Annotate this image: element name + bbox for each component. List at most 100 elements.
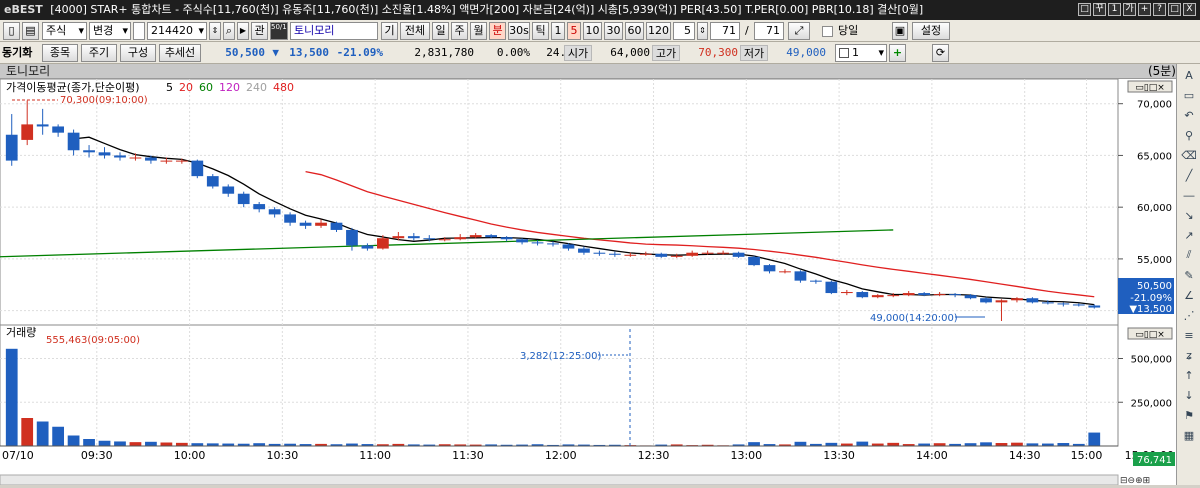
low-price: 49,000 bbox=[786, 46, 826, 59]
stock-name-field[interactable]: 토니모리 bbox=[290, 22, 378, 40]
volume-bar bbox=[794, 441, 807, 446]
trade-volume: 2,831,780 bbox=[414, 46, 474, 59]
interval-btn-10[interactable]: 10 bbox=[583, 22, 602, 40]
add-icon[interactable]: + bbox=[889, 44, 906, 62]
refresh-icon[interactable]: ⟳ bbox=[932, 44, 949, 62]
ray-tool-icon[interactable]: ↘ bbox=[1180, 206, 1198, 224]
grid-icon[interactable]: ▦ bbox=[1180, 426, 1198, 444]
candle-body bbox=[516, 239, 528, 243]
undo-icon[interactable]: ↶ bbox=[1180, 106, 1198, 124]
chart-zoom-icon[interactable]: ⤢ bbox=[788, 22, 810, 40]
ma-legend-item: 20 bbox=[179, 81, 193, 94]
magnet-icon[interactable]: ⚲ bbox=[1180, 126, 1198, 144]
arrow-up-icon[interactable]: ↑ bbox=[1180, 366, 1198, 384]
arrow-down-icon[interactable]: ↓ bbox=[1180, 386, 1198, 404]
period-btn-30s[interactable]: 30s bbox=[508, 22, 530, 40]
total-count-input[interactable]: 71 bbox=[754, 22, 784, 40]
count-input[interactable]: 71 bbox=[710, 22, 740, 40]
text-tool-icon[interactable]: A bbox=[1180, 66, 1198, 84]
period-btn-gi[interactable]: 기 bbox=[381, 22, 398, 40]
window-button-maximize[interactable]: □ bbox=[1168, 3, 1181, 16]
cursor-icon[interactable]: ▭ bbox=[1180, 86, 1198, 104]
candle-body bbox=[887, 295, 900, 297]
chart-area[interactable]: 70,000 65,000 60,000 55,000 500,000 250,000 0… bbox=[0, 78, 1176, 486]
period-btn-tick[interactable]: 틱 bbox=[532, 22, 549, 40]
screen-icon[interactable]: ▤ bbox=[22, 22, 39, 40]
spin-icon[interactable]: ⇕ bbox=[209, 22, 221, 40]
zoom-controls-icon[interactable]: ⊟⊖⊕⊞ bbox=[1120, 476, 1150, 486]
fan-tool-icon[interactable]: ⋰ bbox=[1180, 306, 1198, 324]
period-btn-month[interactable]: 월 bbox=[470, 22, 487, 40]
search-icon[interactable]: ⌕ bbox=[223, 22, 235, 40]
window-button-font[interactable]: 가 bbox=[1123, 3, 1136, 16]
market-select[interactable]: 주식 ▾ bbox=[42, 22, 87, 40]
settings-button[interactable]: 설정 bbox=[912, 22, 950, 40]
fibonacci-icon[interactable]: ≡ bbox=[1180, 326, 1198, 344]
candle-body bbox=[547, 243, 559, 245]
today-checkbox[interactable] bbox=[822, 26, 833, 37]
candle-body bbox=[964, 295, 977, 299]
stock-code-input[interactable]: 214420 ▾ bbox=[147, 22, 207, 40]
tab-period[interactable]: 주기 bbox=[81, 44, 117, 62]
horizontal-line-icon[interactable]: ― bbox=[1180, 186, 1198, 204]
toolbar-row-2: 동기화 종목 주기 구성 추세선 50,500 ▼ 13,500 -21.09%… bbox=[0, 42, 1200, 64]
interval-btn-1[interactable]: 1 bbox=[551, 22, 565, 40]
window-button-add[interactable]: + bbox=[1138, 3, 1151, 16]
play-icon[interactable]: ▶ bbox=[237, 22, 249, 40]
panel-buttons-icons[interactable]: ▭▯□× bbox=[1135, 83, 1165, 93]
channel-tool-icon[interactable]: ⫽ bbox=[1180, 246, 1198, 264]
trend-tool-icon[interactable]: ↗ bbox=[1180, 226, 1198, 244]
panel-toggle-icon[interactable]: ▯ bbox=[3, 22, 20, 40]
tab-config[interactable]: 구성 bbox=[120, 44, 156, 62]
price-indicator-title: 가격이동평균(종가,단순이평) bbox=[6, 81, 140, 94]
x-tick-label: 12:30 bbox=[638, 449, 670, 462]
tab-stock[interactable]: 종목 bbox=[42, 44, 78, 62]
chevron-down-icon: ▾ bbox=[78, 24, 84, 37]
candle-body bbox=[608, 253, 621, 255]
tab-trendline[interactable]: 추세선 bbox=[159, 44, 201, 62]
eraser-icon[interactable]: ⌫ bbox=[1180, 146, 1198, 164]
chart-svg[interactable]: 70,000 65,000 60,000 55,000 500,000 250,000 0… bbox=[0, 78, 1176, 486]
candle-body bbox=[825, 281, 838, 294]
change-select[interactable]: 변경 ▾ bbox=[89, 22, 131, 40]
high-price: 70,300 bbox=[698, 46, 738, 59]
interval-btn-120[interactable]: 120 bbox=[646, 22, 671, 40]
x-tick-label: 14:00 bbox=[916, 449, 948, 462]
window-button-restore[interactable]: □ bbox=[1078, 3, 1091, 16]
x-tick-label: 10:30 bbox=[267, 449, 299, 462]
window-button-help[interactable]: ? bbox=[1153, 3, 1166, 16]
save-icon[interactable]: ▣ bbox=[892, 22, 908, 40]
interval-input[interactable]: 5 bbox=[673, 22, 695, 40]
shares-tag[interactable]: 50/100 bbox=[270, 22, 288, 40]
period-btn-all[interactable]: 전체 bbox=[400, 22, 430, 40]
candle-body bbox=[299, 222, 312, 226]
window-button-close[interactable]: X bbox=[1183, 3, 1196, 16]
line-tool-icon[interactable]: ╱ bbox=[1180, 166, 1198, 184]
interval-btn-5[interactable]: 5 bbox=[567, 22, 581, 40]
interval-btn-30[interactable]: 30 bbox=[604, 22, 623, 40]
angle-tool-icon[interactable]: ∠ bbox=[1180, 286, 1198, 304]
candle-body bbox=[1026, 298, 1039, 303]
window-button-one[interactable]: 1 bbox=[1108, 3, 1121, 16]
panel-buttons-icons[interactable]: ▭▯□× bbox=[1135, 330, 1165, 340]
pencil-icon[interactable]: ✎ bbox=[1180, 266, 1198, 284]
flag-icon[interactable]: ⚑ bbox=[1180, 406, 1198, 424]
candle-body bbox=[361, 245, 374, 249]
period-btn-week[interactable]: 주 bbox=[451, 22, 468, 40]
interval-btn-60[interactable]: 60 bbox=[625, 22, 644, 40]
candle-body bbox=[315, 222, 327, 226]
candle-body bbox=[856, 292, 869, 298]
candle-body bbox=[392, 236, 405, 239]
kwan-button[interactable]: 관 bbox=[251, 22, 268, 40]
period-btn-minute[interactable]: 분 bbox=[489, 22, 506, 40]
candle-body bbox=[748, 256, 760, 266]
price-change-pct: -21.09% bbox=[336, 46, 383, 59]
window-button-link[interactable]: 꾸 bbox=[1093, 3, 1106, 16]
candle-body bbox=[377, 238, 389, 249]
spin-icon[interactable]: ⇕ bbox=[697, 22, 708, 40]
horizontal-scrollbar[interactable] bbox=[0, 474, 1119, 486]
period-btn-day[interactable]: 일 bbox=[432, 22, 449, 40]
zigzag-icon[interactable]: ʑ bbox=[1180, 346, 1198, 364]
color-swatch[interactable] bbox=[133, 22, 145, 40]
layout-select[interactable]: 1 ▾ bbox=[835, 44, 887, 62]
